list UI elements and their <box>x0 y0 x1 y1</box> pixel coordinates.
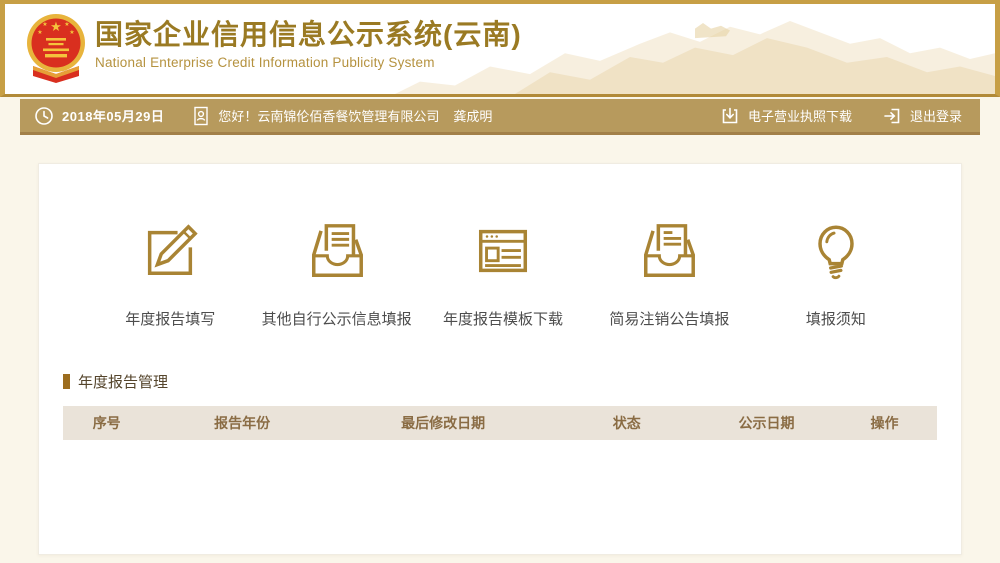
username-label: 龚成明 <box>453 109 493 124</box>
template-download-icon <box>420 220 586 286</box>
svg-text:★: ★ <box>69 29 74 36</box>
menu-item-filing-notice[interactable]: 填报须知 <box>753 220 919 329</box>
license-download-button[interactable]: 电子营业执照下载 <box>720 106 852 126</box>
annual-report-table-header: 序号 报告年份 最后修改日期 状态 公示日期 操作 <box>63 406 937 440</box>
current-date: 2018年05月29日 <box>34 106 164 126</box>
column-header-report-year: 报告年份 <box>214 415 271 431</box>
section-marker <box>63 374 70 389</box>
inbox-document-icon <box>253 220 419 286</box>
menu-item-label: 其他自行公示信息填报 <box>261 311 412 328</box>
national-emblem-logo: ★ ★ ★ ★ ★ <box>27 14 85 83</box>
date-label: 2018年05月29日 <box>62 109 165 124</box>
svg-text:★: ★ <box>42 21 47 28</box>
column-header-serial: 序号 <box>92 415 121 431</box>
menu-item-simple-cancellation[interactable]: 简易注销公告填报 <box>586 220 752 329</box>
site-header: ★ ★ ★ ★ ★ 国家企业信用信息公示系统(云南) National Ente… <box>0 0 1000 97</box>
menu-item-label: 简易注销公告填报 <box>609 311 730 328</box>
svg-text:★: ★ <box>50 19 62 34</box>
menu-item-other-info-fill[interactable]: 其他自行公示信息填报 <box>253 220 419 329</box>
page-title: 国家企业信用信息公示系统(云南) <box>95 19 522 50</box>
download-icon <box>722 107 738 123</box>
menu-item-template-download[interactable]: 年度报告模板下载 <box>420 220 586 329</box>
navbar-left: 2018年05月29日 您好！云南锦伦佰香餐饮管理有限公司 龚成明 <box>20 106 492 126</box>
menu-item-label: 填报须知 <box>805 311 866 328</box>
menu-item-label: 年度报告模板下载 <box>443 311 564 328</box>
logout-label: 退出登录 <box>909 109 962 124</box>
section-title: 年度报告管理 <box>78 374 169 391</box>
annual-report-table-body <box>39 440 961 560</box>
menu-grid: 年度报告填写 其他自行公示信息填报 年度报告模板下载 简易注销公告填报 填报须知 <box>39 164 961 329</box>
logout-icon <box>884 108 900 123</box>
navbar-right: 电子营业执照下载 退出登录 <box>720 106 980 126</box>
svg-text:★: ★ <box>37 29 42 36</box>
top-navbar: 2018年05月29日 您好！云南锦伦佰香餐饮管理有限公司 龚成明 电子营业执照… <box>20 99 980 135</box>
svg-text:★: ★ <box>64 21 69 28</box>
menu-item-annual-report-fill[interactable]: 年度报告填写 <box>87 220 253 329</box>
column-header-status: 状态 <box>612 415 641 431</box>
column-header-operation: 操作 <box>870 415 899 431</box>
page-subtitle: National Enterprise Credit Information P… <box>95 55 435 70</box>
clock-icon <box>35 106 53 125</box>
edit-report-icon <box>87 220 253 286</box>
annual-report-section-header: 年度报告管理 <box>63 371 937 392</box>
id-badge-icon <box>194 106 209 125</box>
user-greeting: 您好！云南锦伦佰香餐饮管理有限公司 龚成明 <box>192 106 492 126</box>
license-download-label: 电子营业执照下载 <box>747 109 852 124</box>
column-header-publicity-date: 公示日期 <box>738 415 795 431</box>
column-header-last-modified: 最后修改日期 <box>401 415 486 431</box>
inbox-announcement-icon <box>586 220 752 286</box>
main-panel: 年度报告填写 其他自行公示信息填报 年度报告模板下载 简易注销公告填报 填报须知… <box>38 163 962 555</box>
menu-item-label: 年度报告填写 <box>125 311 216 328</box>
site-title-block: 国家企业信用信息公示系统(云南) National Enterprise Cre… <box>95 18 522 70</box>
greeting-label: 您好！云南锦伦佰香餐饮管理有限公司 <box>218 109 440 124</box>
lightbulb-icon <box>753 220 919 286</box>
logout-button[interactable]: 退出登录 <box>882 106 962 126</box>
